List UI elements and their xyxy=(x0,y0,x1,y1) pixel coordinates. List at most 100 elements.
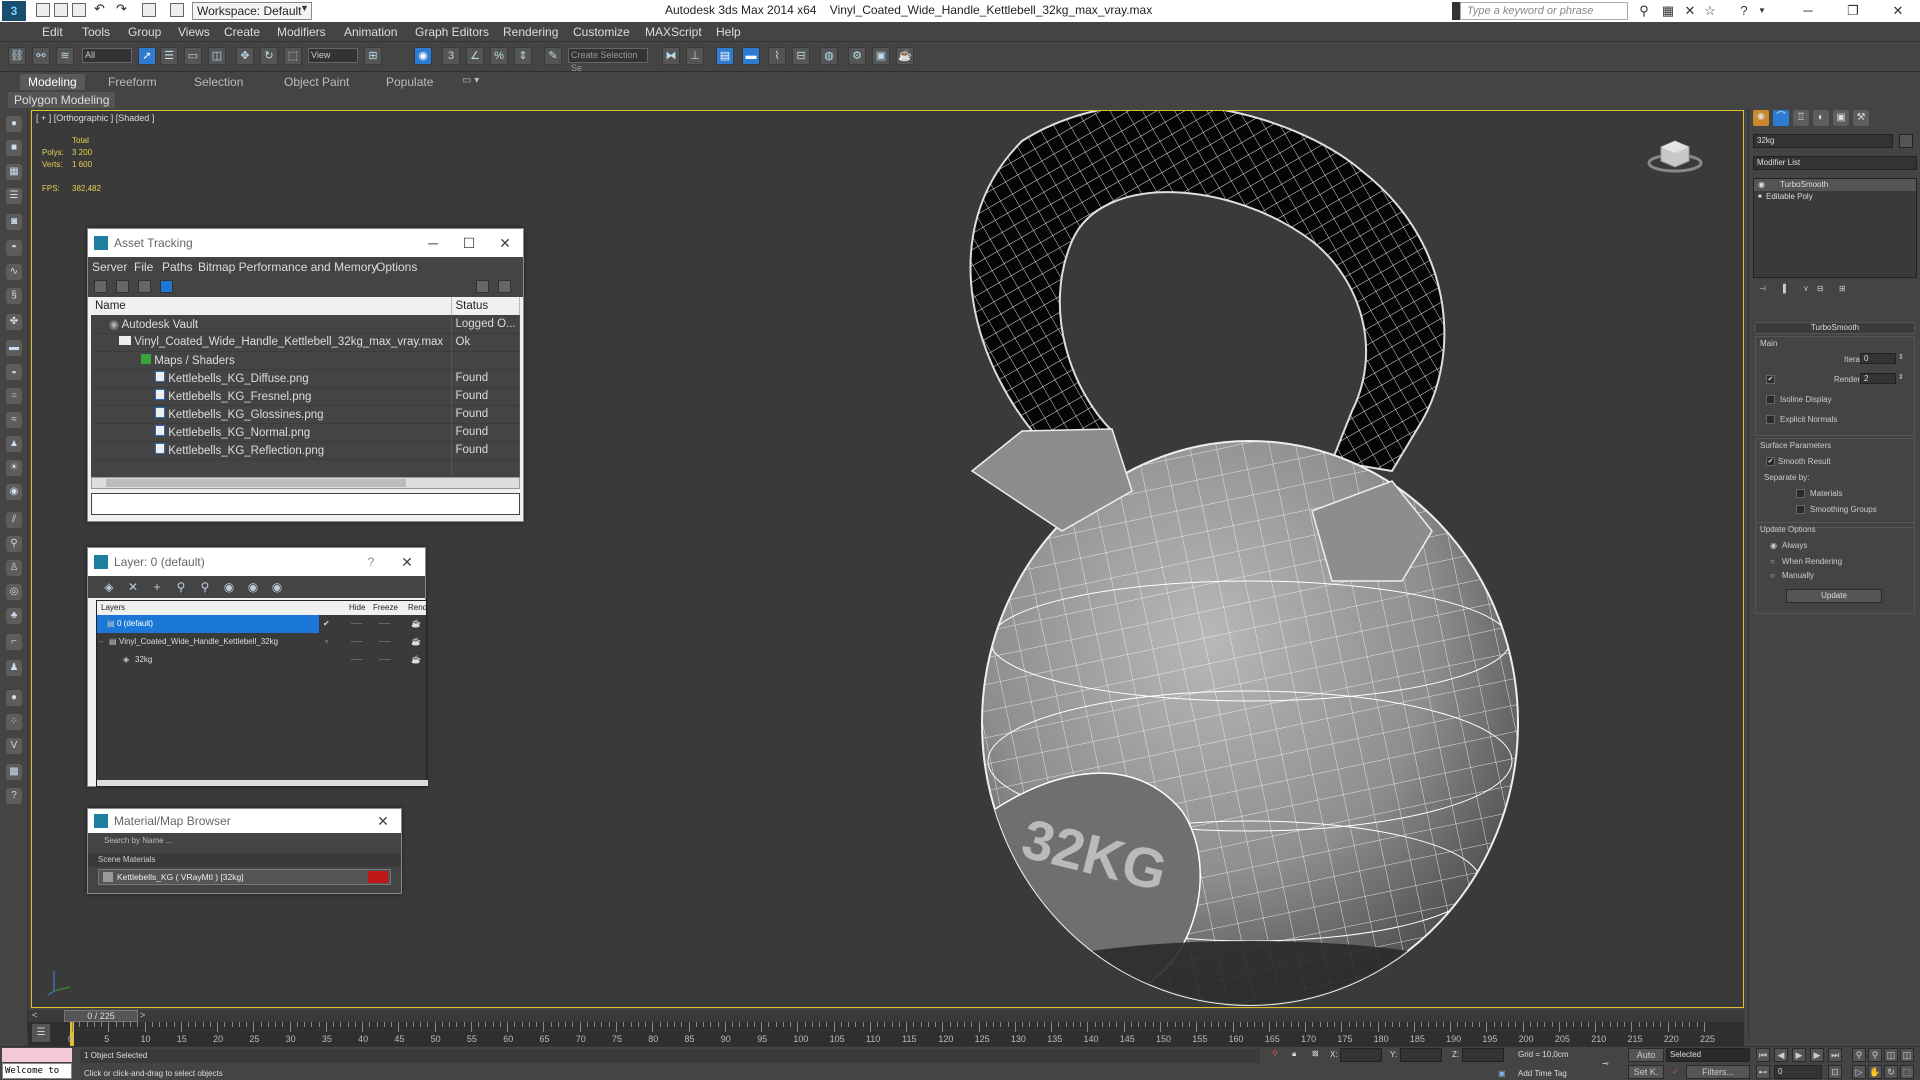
goto-start-icon[interactable]: ⏮ xyxy=(1756,1048,1770,1062)
absolute-mode-icon[interactable]: ⊠ xyxy=(1312,1049,1319,1058)
maxscript-mini-listener[interactable]: Welcome to xyxy=(2,1063,72,1079)
radio-when-rendering[interactable]: ○ xyxy=(1770,557,1775,566)
spinner-arrows-icon[interactable]: ⇕ xyxy=(1898,353,1904,361)
close-icon[interactable]: ✕ xyxy=(389,548,425,576)
iterations-spinner[interactable]: 0 xyxy=(1860,353,1896,364)
material-search-input[interactable]: Search by Name ... xyxy=(88,833,401,849)
select-and-link-icon[interactable]: ⛓ xyxy=(8,47,26,65)
search-input[interactable]: Type a keyword or phrase xyxy=(1460,2,1628,20)
plane-icon[interactable]: ▬ xyxy=(6,340,22,356)
object-color-swatch[interactable] xyxy=(1899,134,1913,148)
list-view-icon[interactable] xyxy=(116,280,129,293)
create-tab-icon[interactable]: ✺ xyxy=(1753,110,1769,126)
key-filters-button[interactable]: Filters... xyxy=(1686,1065,1750,1079)
selection-lock-icon[interactable]: 🔒︎ xyxy=(1292,1049,1296,1059)
path-input[interactable] xyxy=(91,493,520,515)
add-to-layer-icon[interactable]: + xyxy=(150,580,164,594)
render-iters-spinner[interactable]: 2 xyxy=(1860,373,1896,384)
modifier-stack-item[interactable]: ■ Editable Poly xyxy=(1754,191,1916,203)
selection-set-dropdown[interactable]: Selected xyxy=(1666,1048,1750,1062)
open-mini-curve-editor-icon[interactable]: ☰ xyxy=(32,1024,50,1042)
set-key-icon[interactable]: ✓ xyxy=(1672,1067,1679,1076)
snaps-toggle-icon[interactable]: 3 xyxy=(442,47,460,65)
material-ball-icon[interactable]: ● xyxy=(6,690,22,706)
column-header-name[interactable]: Name xyxy=(91,297,452,315)
ribbon-panel-polygon-modeling[interactable]: Polygon Modeling xyxy=(8,92,116,108)
window-crossing-icon[interactable]: ◫ xyxy=(208,47,226,65)
open-file-icon[interactable] xyxy=(54,3,68,17)
time-slider-thumb[interactable]: 0 / 225 xyxy=(64,1010,138,1022)
utilities-tab-icon[interactable]: ⚒ xyxy=(1853,110,1869,126)
motion-tab-icon[interactable]: ◐ xyxy=(1813,110,1829,126)
radio-manually[interactable]: ○ xyxy=(1770,571,1775,580)
y-coord-field[interactable] xyxy=(1400,1048,1442,1062)
globe-icon[interactable]: ◎ xyxy=(6,584,22,600)
isolate-selection-icon[interactable]: ⚲ xyxy=(1272,1049,1278,1058)
move-icon[interactable]: ✥ xyxy=(236,47,254,65)
table-view-icon[interactable] xyxy=(138,280,151,293)
edit-named-selection-icon[interactable]: ✎ xyxy=(544,47,562,65)
new-file-icon[interactable] xyxy=(36,3,50,17)
zoom-all-icon[interactable]: ⚲ xyxy=(1868,1048,1882,1062)
current-layer-icon[interactable]: ◉ xyxy=(222,580,236,594)
freeze-toggle[interactable]: ── xyxy=(379,637,390,646)
make-unique-icon[interactable]: ⋎ xyxy=(1803,284,1809,293)
menu-bitmap-performance[interactable]: Bitmap Performance and Memory xyxy=(198,260,377,274)
refresh-icon[interactable] xyxy=(94,280,107,293)
render-teapot-icon[interactable]: ☕ xyxy=(411,655,421,664)
schematic-view-icon[interactable]: ⊟ xyxy=(792,47,810,65)
expand-icon[interactable]: ■ xyxy=(1758,191,1762,203)
spinner-arrows-icon[interactable]: ⇕ xyxy=(1898,373,1904,381)
render-icon[interactable]: ▩ xyxy=(6,764,22,780)
smooth-result-checkbox[interactable]: ✔ xyxy=(1766,457,1775,466)
track-bar[interactable]: ☰ 0 5 10 15 20 25 30 35 40 45 50 55 60 65 70 75 80 85 90 95… xyxy=(28,1022,1744,1046)
settings-icon[interactable] xyxy=(498,280,511,293)
layer-window-titlebar[interactable]: Layer: 0 (default) ? ✕ xyxy=(88,548,425,576)
time-slider[interactable]: < 0 / 225 > xyxy=(28,1010,1744,1022)
menu-paths[interactable]: Paths xyxy=(162,260,193,274)
list-icon[interactable]: ☰ xyxy=(6,188,22,204)
menu-maxscript[interactable]: MAXScript xyxy=(645,25,702,39)
shape-icon[interactable]: ◓ xyxy=(6,240,22,256)
set-key-button[interactable]: Set K. xyxy=(1628,1065,1664,1079)
freeze-toggle[interactable]: ── xyxy=(379,619,390,628)
redo-icon[interactable]: ↷ xyxy=(116,2,130,17)
scale-icon[interactable]: ⬚ xyxy=(284,47,302,65)
menu-customize[interactable]: Customize xyxy=(573,25,630,39)
auto-key-button[interactable]: Auto xyxy=(1628,1048,1664,1062)
maximize-viewport-icon[interactable]: ⬚ xyxy=(1900,1065,1914,1079)
menu-server[interactable]: Server xyxy=(92,260,127,274)
hide-all-icon[interactable]: ◉ xyxy=(246,580,260,594)
hierarchy-tab-icon[interactable]: ♖ xyxy=(1793,110,1809,126)
pivot-center-icon[interactable]: ⊞ xyxy=(364,47,382,65)
goto-end-icon[interactable]: ⏭ xyxy=(1828,1048,1842,1062)
align-icon[interactable]: ⊥ xyxy=(686,47,704,65)
layer-explorer-icon[interactable]: ▤ xyxy=(716,47,734,65)
modifier-list-dropdown[interactable]: Modifier List xyxy=(1753,156,1917,170)
column-header-freeze[interactable]: Freeze xyxy=(373,603,398,612)
percent-snap-icon[interactable]: % xyxy=(490,47,508,65)
new-layer-icon[interactable]: ◈ xyxy=(102,580,116,594)
tree-icon[interactable]: ♣ xyxy=(6,608,22,624)
spinner-snap-icon[interactable]: ⇕ xyxy=(514,47,532,65)
close-icon[interactable]: ✕ xyxy=(365,809,401,833)
material-entry[interactable]: Kettlebells_KG ( VRayMtl ) [32kg] xyxy=(98,869,391,885)
selection-filter-dropdown[interactable]: All xyxy=(82,48,132,63)
layer-row[interactable]: ▤ 0 (default) ✔ ── ── ☕ xyxy=(97,615,426,633)
field-of-view-icon[interactable]: ▷ xyxy=(1852,1065,1866,1079)
update-button[interactable]: Update xyxy=(1786,589,1882,603)
hemisphere-icon[interactable]: ◒ xyxy=(6,364,22,380)
time-tag-icon[interactable]: ▣ xyxy=(1498,1069,1506,1078)
materials-checkbox[interactable] xyxy=(1796,489,1805,498)
explicit-normals-checkbox[interactable] xyxy=(1766,415,1775,424)
column-header-render[interactable]: Rend xyxy=(408,603,427,612)
column-header-layers[interactable]: Layers xyxy=(101,603,125,612)
zoom-extents-icon[interactable]: ◫ xyxy=(1884,1048,1898,1062)
configure-modifier-sets-icon[interactable]: ⊞ xyxy=(1839,284,1846,293)
minimize-icon[interactable]: ─ xyxy=(415,229,451,257)
rotate-icon[interactable]: ↻ xyxy=(260,47,278,65)
wave-icon[interactable]: ≈ xyxy=(6,412,22,428)
curve-editor-icon[interactable]: ⌇ xyxy=(768,47,786,65)
sun-icon[interactable]: ☀ xyxy=(6,460,22,476)
chevron-down-icon[interactable]: ▼ xyxy=(300,3,309,13)
